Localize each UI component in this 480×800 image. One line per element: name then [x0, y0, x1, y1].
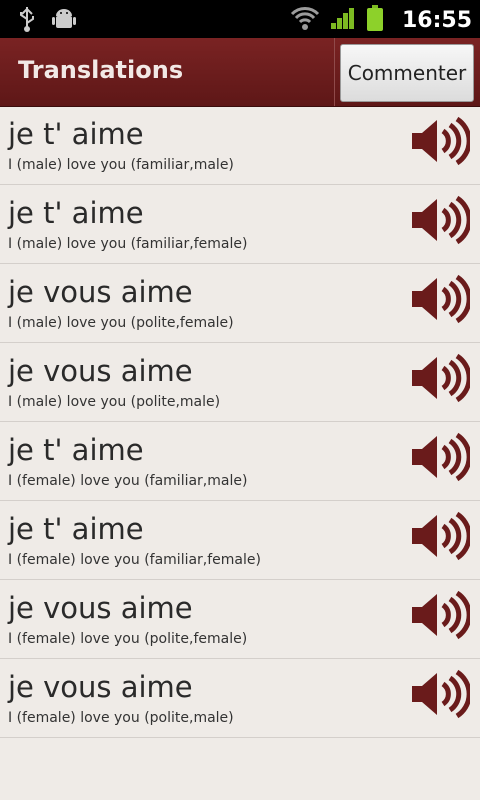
- battery-icon: [366, 4, 384, 36]
- translation-row[interactable]: je vous aime I (male) love you (polite,m…: [0, 343, 480, 422]
- meaning-text: I (male) love you (polite,male): [8, 394, 221, 410]
- phrase-text: je vous aime: [8, 670, 193, 704]
- phrase-text: je t' aime: [8, 196, 144, 230]
- phrase-text: je t' aime: [8, 117, 144, 151]
- meaning-text: I (female) love you (polite,male): [8, 710, 234, 726]
- translation-row[interactable]: je vous aime I (female) love you (polite…: [0, 659, 480, 738]
- translation-row[interactable]: je t' aime I (female) love you (familiar…: [0, 422, 480, 501]
- phrase-text: je vous aime: [8, 354, 193, 388]
- meaning-text: I (male) love you (polite,female): [8, 315, 234, 331]
- phrase-text: je t' aime: [8, 433, 144, 467]
- translation-row[interactable]: je t' aime I (female) love you (familiar…: [0, 501, 480, 580]
- speaker-icon[interactable]: [410, 669, 472, 719]
- signal-icon: [330, 6, 356, 34]
- translation-row[interactable]: je t' aime I (male) love you (familiar,f…: [0, 185, 480, 264]
- comment-button[interactable]: Commenter: [340, 44, 474, 102]
- speaker-icon[interactable]: [410, 590, 472, 640]
- speaker-icon[interactable]: [410, 195, 472, 245]
- speaker-icon[interactable]: [410, 116, 472, 166]
- usb-icon: [16, 5, 38, 37]
- speaker-icon[interactable]: [410, 274, 472, 324]
- phrase-text: je vous aime: [8, 275, 193, 309]
- phrase-text: je vous aime: [8, 591, 193, 625]
- meaning-text: I (female) love you (familiar,male): [8, 473, 248, 489]
- phrase-text: je t' aime: [8, 512, 144, 546]
- translation-row[interactable]: je vous aime I (female) love you (polite…: [0, 580, 480, 659]
- speaker-icon[interactable]: [410, 511, 472, 561]
- speaker-icon[interactable]: [410, 432, 472, 482]
- meaning-text: I (female) love you (polite,female): [8, 631, 248, 647]
- page-title: Translations: [18, 56, 184, 84]
- status-bar: 16:55: [0, 0, 480, 38]
- wifi-icon: [290, 5, 320, 35]
- translation-list: je t' aime I (male) love you (familiar,m…: [0, 106, 480, 738]
- meaning-text: I (male) love you (familiar,female): [8, 236, 248, 252]
- android-debug-icon: [52, 7, 76, 35]
- meaning-text: I (female) love you (familiar,female): [8, 552, 261, 568]
- meaning-text: I (male) love you (familiar,male): [8, 157, 234, 173]
- clock: 16:55: [401, 7, 472, 33]
- title-divider: [334, 38, 335, 106]
- speaker-icon[interactable]: [410, 353, 472, 403]
- translation-row[interactable]: je vous aime I (male) love you (polite,f…: [0, 264, 480, 343]
- title-bar: Translations Commenter: [0, 38, 480, 107]
- translation-row[interactable]: je t' aime I (male) love you (familiar,m…: [0, 106, 480, 185]
